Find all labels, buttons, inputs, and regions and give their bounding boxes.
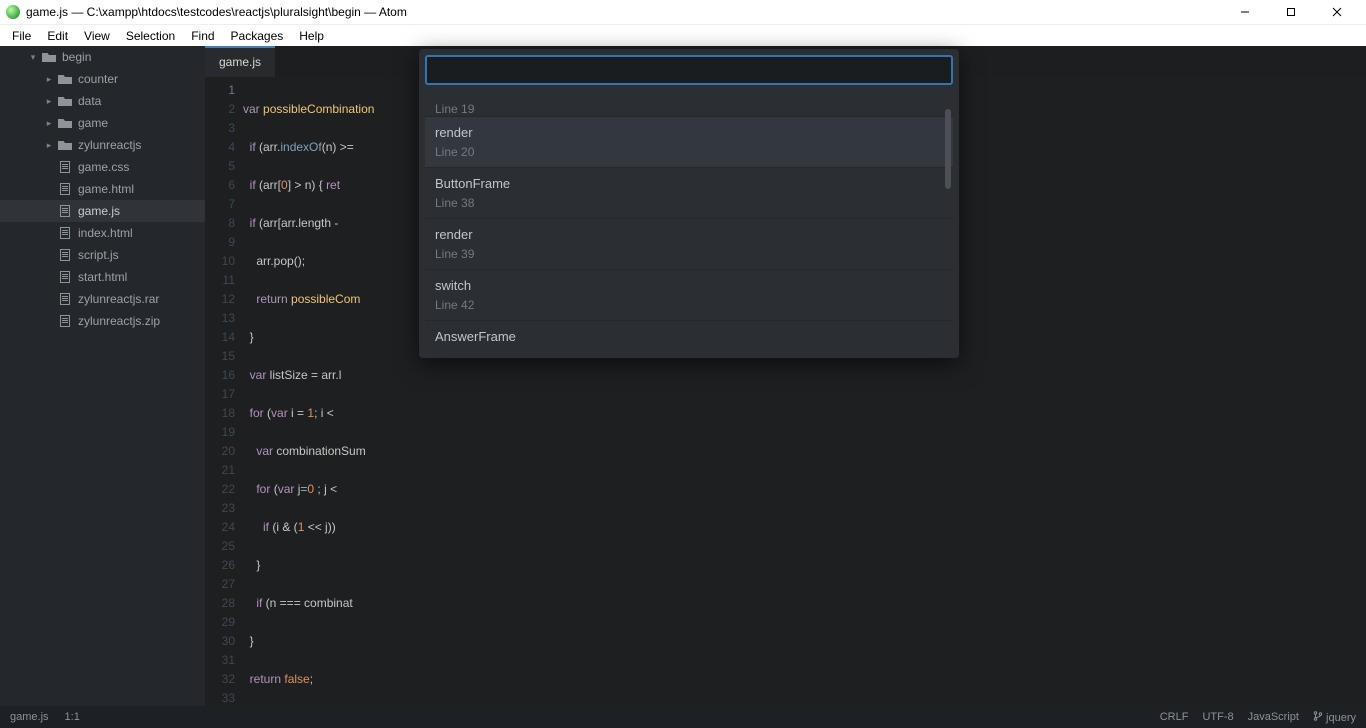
palette-result[interactable]: ButtonFrame Line 38 xyxy=(425,168,953,219)
folder-icon xyxy=(58,140,72,150)
atom-app-icon xyxy=(6,5,20,19)
tree-label: game xyxy=(78,116,108,130)
tree-label: game.css xyxy=(78,160,129,174)
tree-file[interactable]: game.js xyxy=(0,200,205,222)
file-icon xyxy=(60,205,70,217)
palette-result[interactable]: Line 19 xyxy=(425,89,953,117)
chevron-down-icon: ▾ xyxy=(28,52,38,63)
tree-label: begin xyxy=(62,50,91,64)
result-line: Line 19 xyxy=(435,102,943,116)
file-icon xyxy=(60,227,70,239)
status-language[interactable]: JavaScript xyxy=(1248,711,1299,723)
file-icon xyxy=(60,271,70,283)
tree-file[interactable]: game.html xyxy=(0,178,205,200)
status-cursor-position[interactable]: 1:1 xyxy=(65,711,80,723)
tree-label: zylunreactjs.zip xyxy=(78,314,160,328)
status-encoding[interactable]: UTF-8 xyxy=(1202,711,1233,723)
file-icon xyxy=(60,293,70,305)
window-titlebar: game.js — C:\xampp\htdocs\testcodes\reac… xyxy=(0,0,1366,24)
tree-file[interactable]: game.css xyxy=(0,156,205,178)
window-controls xyxy=(1222,0,1360,24)
tree-folder[interactable]: ▸ game xyxy=(0,112,205,134)
chevron-right-icon: ▸ xyxy=(44,74,54,85)
tab-label: game.js xyxy=(219,55,261,69)
maximize-button[interactable] xyxy=(1268,0,1314,24)
tree-label: zylunreactjs.rar xyxy=(78,292,159,306)
file-icon xyxy=(60,315,70,327)
palette-result[interactable]: render Line 20 xyxy=(425,117,953,168)
tree-file[interactable]: zylunreactjs.rar xyxy=(0,288,205,310)
result-line: Line 42 xyxy=(435,298,943,312)
file-icon xyxy=(60,249,70,261)
symbol-palette: Line 19 render Line 20 ButtonFrame Line … xyxy=(419,49,959,358)
palette-result[interactable]: switch Line 42 xyxy=(425,270,953,321)
menu-bar: File Edit View Selection Find Packages H… xyxy=(0,24,1366,46)
file-icon xyxy=(60,183,70,195)
tree-folder[interactable]: ▸ data xyxy=(0,90,205,112)
tree-file[interactable]: script.js xyxy=(0,244,205,266)
result-symbol: render xyxy=(435,227,943,242)
palette-search-input[interactable] xyxy=(425,55,953,85)
window-title: game.js — C:\xampp\htdocs\testcodes\reac… xyxy=(26,5,1222,19)
result-symbol: render xyxy=(435,125,943,140)
tree-folder[interactable]: ▸ counter xyxy=(0,68,205,90)
tree-label: data xyxy=(78,94,101,108)
tree-label: script.js xyxy=(78,248,119,262)
menu-view[interactable]: View xyxy=(76,29,118,43)
branch-name: jquery xyxy=(1326,712,1356,724)
tree-label: index.html xyxy=(78,226,133,240)
menu-edit[interactable]: Edit xyxy=(39,29,76,43)
result-symbol: AnswerFrame xyxy=(435,329,943,344)
tree-label: counter xyxy=(78,72,118,86)
tree-file[interactable]: start.html xyxy=(0,266,205,288)
status-line-ending[interactable]: CRLF xyxy=(1160,711,1189,723)
result-symbol: switch xyxy=(435,278,943,293)
tree-label: game.html xyxy=(78,182,134,196)
status-bar: game.js 1:1 CRLF UTF-8 JavaScript jquery xyxy=(0,706,1366,728)
palette-results: Line 19 render Line 20 ButtonFrame Line … xyxy=(425,89,953,352)
chevron-right-icon: ▸ xyxy=(44,96,54,107)
file-tree-sidebar[interactable]: ▾ begin ▸ counter ▸ data ▸ game ▸ zylunreact… xyxy=(0,46,205,706)
result-line: Line 38 xyxy=(435,196,943,210)
tree-root-folder[interactable]: ▾ begin xyxy=(0,46,205,68)
minimize-button[interactable] xyxy=(1222,0,1268,24)
git-branch-icon xyxy=(1313,711,1323,721)
menu-help[interactable]: Help xyxy=(291,29,332,43)
result-line: Line 20 xyxy=(435,145,943,159)
chevron-right-icon: ▸ xyxy=(44,140,54,151)
editor-area: game.js 12345678910111213141516171819202… xyxy=(205,46,1366,706)
menu-find[interactable]: Find xyxy=(183,29,222,43)
close-button[interactable] xyxy=(1314,0,1360,24)
tree-label: game.js xyxy=(78,204,120,218)
status-file[interactable]: game.js xyxy=(10,711,49,723)
folder-icon xyxy=(42,52,56,62)
tree-label: start.html xyxy=(78,270,127,284)
chevron-right-icon: ▸ xyxy=(44,118,54,129)
result-symbol: ButtonFrame xyxy=(435,176,943,191)
tree-file[interactable]: zylunreactjs.zip xyxy=(0,310,205,332)
tab-game-js[interactable]: game.js xyxy=(205,46,276,77)
folder-icon xyxy=(58,96,72,106)
tree-file[interactable]: index.html xyxy=(0,222,205,244)
file-icon xyxy=(60,161,70,173)
tree-folder[interactable]: ▸ zylunreactjs xyxy=(0,134,205,156)
tree-label: zylunreactjs xyxy=(78,138,141,152)
palette-result[interactable]: render Line 39 xyxy=(425,219,953,270)
menu-packages[interactable]: Packages xyxy=(223,29,292,43)
folder-icon xyxy=(58,74,72,84)
scrollbar-thumb[interactable] xyxy=(945,109,951,189)
result-line: Line 39 xyxy=(435,247,943,261)
status-git-branch[interactable]: jquery xyxy=(1313,711,1356,724)
menu-selection[interactable]: Selection xyxy=(118,29,183,43)
menu-file[interactable]: File xyxy=(4,29,39,43)
palette-result[interactable]: AnswerFrame xyxy=(425,321,953,352)
line-number-gutter[interactable]: 1234567891011121314151617181920212223242… xyxy=(205,77,243,706)
folder-icon xyxy=(58,118,72,128)
